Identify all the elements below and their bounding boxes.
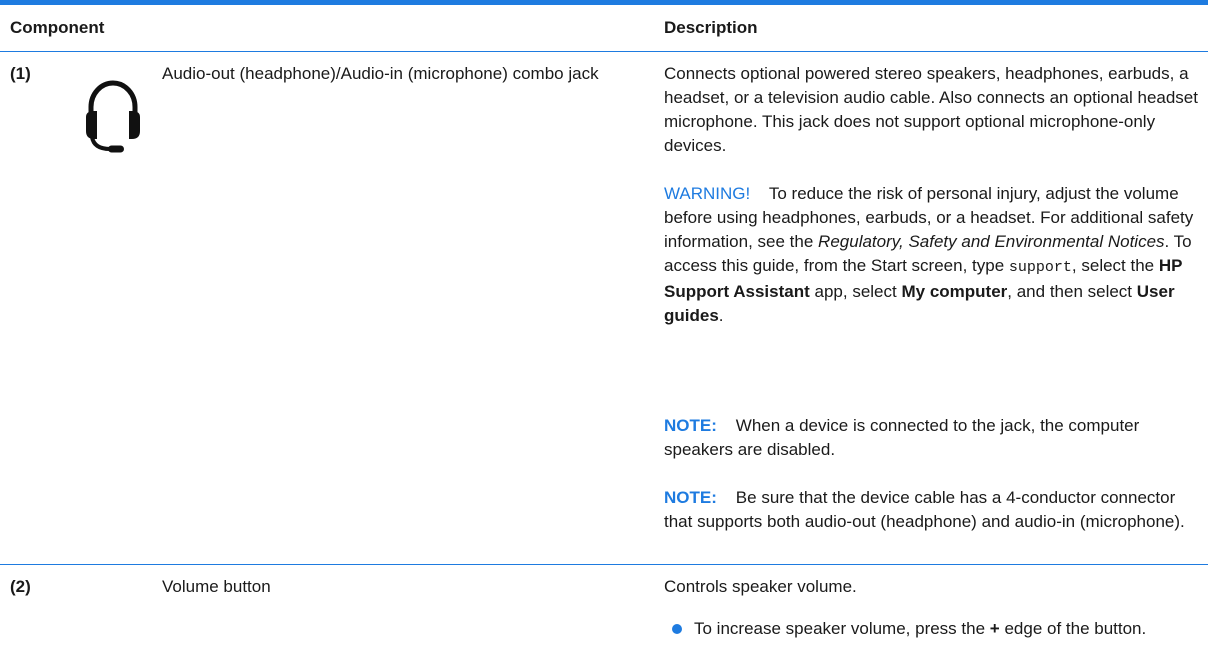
row-number: (2) bbox=[10, 577, 31, 596]
support-command: support bbox=[1008, 259, 1072, 276]
component-label: Audio-out (headphone)/Audio-in (micropho… bbox=[162, 64, 599, 83]
warning-text-5: , and then select bbox=[1007, 282, 1133, 301]
bullet-item: To increase speaker volume, press the + … bbox=[694, 617, 1194, 641]
row-number: (1) bbox=[10, 64, 31, 83]
table-header: Component Description bbox=[0, 5, 1208, 51]
bullet-icon bbox=[672, 624, 682, 634]
note-text: NOTE: Be sure that the device cable has … bbox=[664, 486, 1204, 534]
warning-text-4: app, select bbox=[814, 282, 897, 301]
bullet-text-1: To increase speaker volume, press the bbox=[694, 619, 986, 638]
warning-text: WARNING! To reduce the risk of personal … bbox=[664, 182, 1204, 328]
component-label: Volume button bbox=[162, 577, 271, 596]
my-computer-label: My computer bbox=[901, 282, 1008, 301]
description-main: Connects optional powered stereo speaker… bbox=[664, 62, 1204, 158]
warning-text-3: , select the bbox=[1071, 256, 1155, 275]
regulatory-doc-title: Regulatory, Safety and Environmental Not… bbox=[818, 232, 1165, 251]
warning-tag: WARNING! bbox=[664, 184, 751, 203]
note-body: Be sure that the device cable has a 4-co… bbox=[664, 488, 1185, 531]
description-text: Connects optional powered stereo speaker… bbox=[664, 64, 1198, 155]
plus-symbol: + bbox=[989, 619, 1000, 638]
note-tag: NOTE: bbox=[664, 416, 717, 435]
header-divider bbox=[0, 51, 1208, 52]
headset-icon bbox=[86, 80, 140, 153]
row-divider bbox=[0, 564, 1208, 565]
note-block: NOTE: When a device is connected to the … bbox=[664, 414, 1204, 462]
note-text: NOTE: When a device is connected to the … bbox=[664, 414, 1204, 462]
warning-block: WARNING! To reduce the risk of personal … bbox=[664, 182, 1204, 328]
warning-text-6: . bbox=[718, 306, 724, 325]
note-block: NOTE: Be sure that the device cable has … bbox=[664, 486, 1204, 534]
component-header: Component bbox=[10, 18, 105, 37]
description-main: Controls speaker volume. bbox=[664, 575, 1204, 599]
description-text: Controls speaker volume. bbox=[664, 577, 857, 596]
bullet-text-2: edge of the button. bbox=[1004, 619, 1147, 638]
note-tag: NOTE: bbox=[664, 488, 717, 507]
note-body: When a device is connected to the jack, … bbox=[664, 416, 1140, 459]
description-header: Description bbox=[664, 18, 758, 37]
